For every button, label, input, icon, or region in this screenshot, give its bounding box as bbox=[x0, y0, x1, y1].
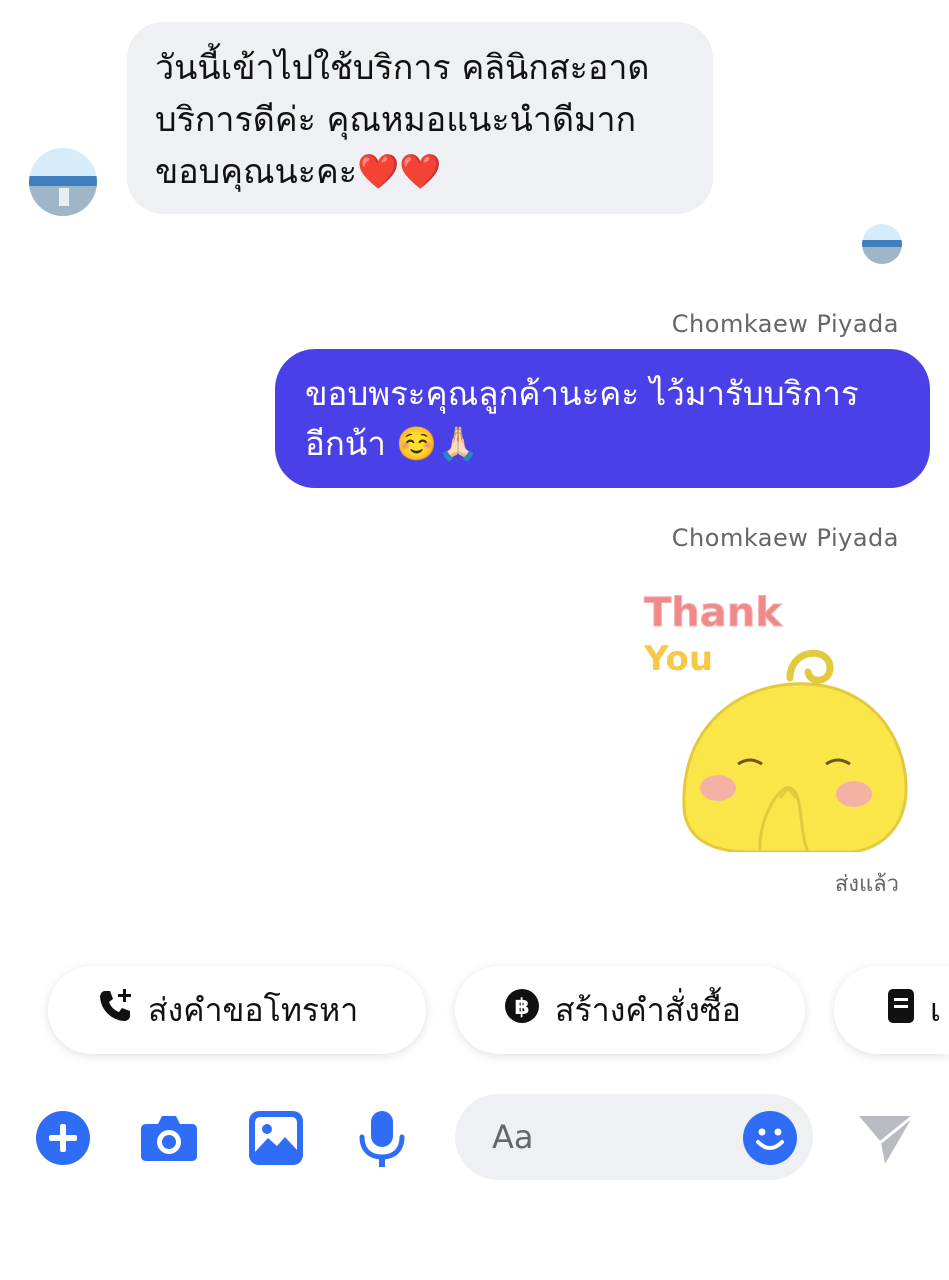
incoming-message-line: บริการดีค่ะ คุณหมอแนะนำดีมาก bbox=[155, 100, 637, 140]
thank-you-sticker[interactable]: Thank You bbox=[640, 588, 910, 854]
baht-coin-icon: ฿ bbox=[503, 987, 541, 1033]
phone-add-icon bbox=[96, 987, 134, 1033]
incoming-message-bubble[interactable]: วันนี้เข้าไปใช้บริการ คลินิกสะอาด บริการ… bbox=[127, 22, 713, 214]
emoji-icon[interactable] bbox=[742, 1110, 798, 1166]
microphone-icon[interactable] bbox=[356, 1110, 412, 1167]
message-input-placeholder: Aa bbox=[492, 1118, 534, 1156]
chip-label: เ bbox=[930, 990, 941, 1029]
outgoing-message-line: ขอบพระคุณลูกค้านะคะ ไว้มารับบริการ bbox=[305, 374, 859, 413]
camera-icon[interactable] bbox=[140, 1110, 197, 1166]
sender-name: Chomkaew Piyada bbox=[671, 524, 899, 552]
gallery-icon[interactable] bbox=[248, 1110, 304, 1166]
chip-label: ส่งคำขอโทรหา bbox=[148, 990, 359, 1029]
create-order-chip[interactable]: ฿ สร้างคำสั่งซื้อ bbox=[455, 966, 805, 1054]
send-icon[interactable] bbox=[857, 1112, 915, 1166]
request-call-chip[interactable]: ส่งคำขอโทรหา bbox=[48, 966, 426, 1054]
document-icon bbox=[886, 987, 916, 1033]
svg-text:฿: ฿ bbox=[514, 995, 529, 1020]
sticker-text-line: You bbox=[643, 639, 713, 679]
document-chip[interactable]: เ bbox=[834, 966, 949, 1054]
incoming-message-line: ขอบคุณนะคะ❤️❤️ bbox=[155, 152, 442, 192]
sticker-text-line: Thank bbox=[644, 590, 783, 636]
sender-name: Chomkaew Piyada bbox=[671, 310, 899, 338]
incoming-message-line: วันนี้เข้าไปใช้บริการ คลินิกสะอาด bbox=[155, 48, 650, 88]
contact-avatar[interactable] bbox=[29, 148, 97, 216]
seen-receipt-avatar bbox=[862, 224, 902, 264]
outgoing-message-line: อีกน้า ☺️🙏🏻 bbox=[305, 424, 479, 463]
message-status: ส่งแล้ว bbox=[834, 872, 899, 897]
outgoing-message-bubble[interactable]: ขอบพระคุณลูกค้านะคะ ไว้มารับบริการ อีกน้… bbox=[275, 349, 930, 488]
plus-icon[interactable] bbox=[35, 1110, 91, 1166]
chip-label: สร้างคำสั่งซื้อ bbox=[555, 990, 741, 1029]
